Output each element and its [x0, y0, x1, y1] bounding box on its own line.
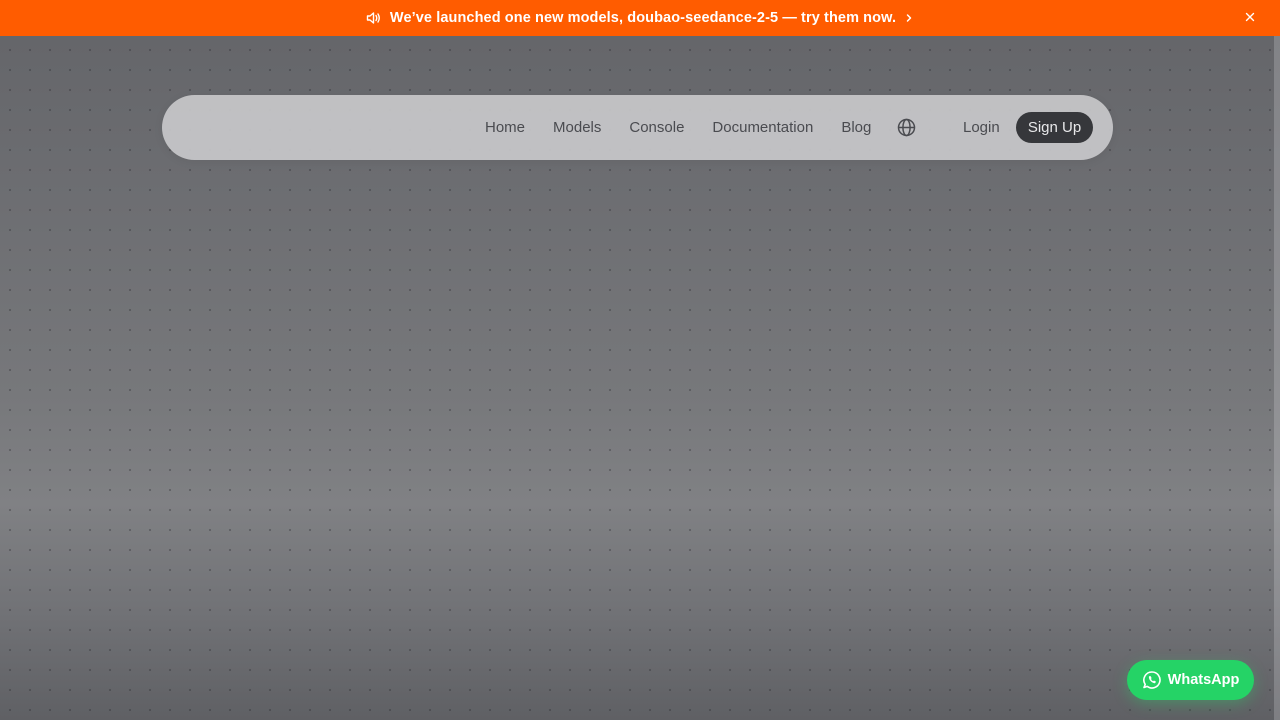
main-navbar: Home Models Console Documentation Blog L…: [162, 95, 1113, 160]
announcement-link[interactable]: We’ve launched one new models, doubao-se…: [366, 10, 914, 26]
whatsapp-icon: [1142, 670, 1162, 690]
nav-documentation[interactable]: Documentation: [712, 119, 813, 136]
nav-links: Home Models Console Documentation Blog: [485, 95, 899, 160]
nav-blog[interactable]: Blog: [841, 119, 871, 136]
nav-home[interactable]: Home: [485, 119, 525, 136]
announcement-text: We’ve launched one new models, doubao-se…: [389, 10, 897, 26]
chevron-right-icon: [904, 13, 914, 23]
announcement-bar: We’ve launched one new models, doubao-se…: [0, 0, 1280, 36]
whatsapp-button[interactable]: WhatsApp: [1127, 660, 1254, 700]
scrollbar[interactable]: [1274, 36, 1280, 720]
sign-up-button[interactable]: Sign Up: [1016, 112, 1093, 143]
nav-models[interactable]: Models: [553, 119, 601, 136]
close-announcement-button[interactable]: [1242, 10, 1258, 26]
whatsapp-label: WhatsApp: [1167, 672, 1240, 688]
close-icon: [1245, 9, 1255, 27]
speaker-icon: [366, 11, 382, 25]
login-link[interactable]: Login: [963, 95, 1000, 160]
globe-icon[interactable]: [897, 118, 916, 137]
nav-console[interactable]: Console: [629, 119, 684, 136]
